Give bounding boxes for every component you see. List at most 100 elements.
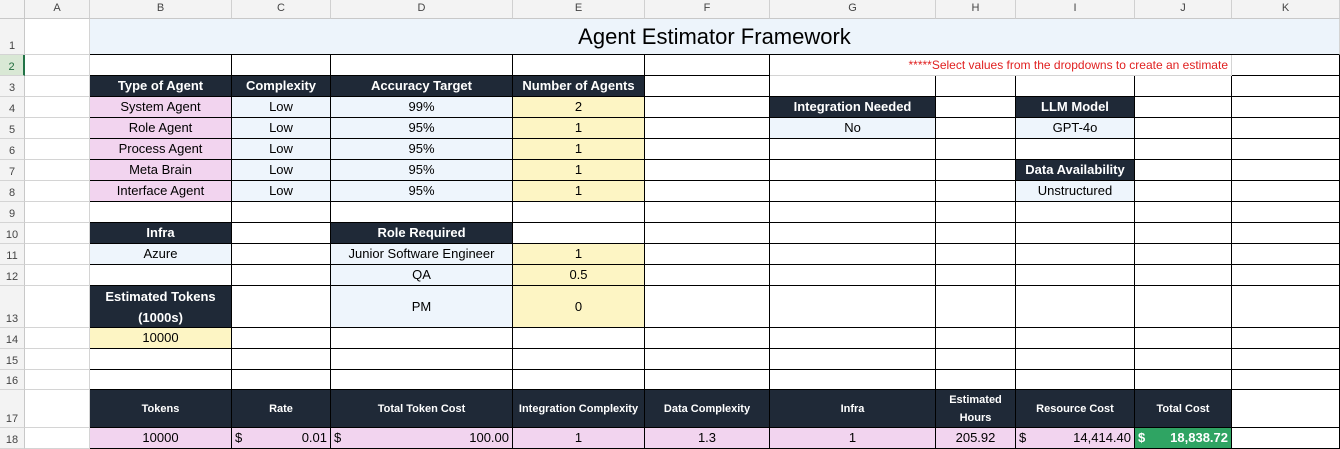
agent-complexity-dropdown[interactable]: Low (232, 97, 331, 118)
empty-cell[interactable] (770, 160, 936, 181)
empty-cell[interactable] (1232, 349, 1340, 370)
row-header[interactable]: 5 (0, 118, 25, 139)
summary-header-total-cost[interactable]: Total Cost (1135, 390, 1232, 428)
empty-cell[interactable] (331, 328, 513, 349)
row-header[interactable]: 11 (0, 244, 25, 265)
empty-cell[interactable] (645, 370, 770, 390)
agent-accuracy-dropdown[interactable]: 95% (331, 139, 513, 160)
empty-cell[interactable] (1232, 328, 1340, 349)
empty-cell[interactable] (232, 202, 331, 223)
role-name-cell[interactable]: QA (331, 265, 513, 286)
empty-cell[interactable] (645, 349, 770, 370)
empty-cell[interactable] (25, 76, 90, 97)
empty-cell[interactable] (1135, 370, 1232, 390)
empty-cell[interactable] (770, 286, 936, 328)
header-accuracy-target[interactable]: Accuracy Target (331, 76, 513, 97)
empty-cell[interactable] (1016, 370, 1135, 390)
agent-complexity-dropdown[interactable]: Low (232, 139, 331, 160)
empty-cell[interactable] (936, 349, 1016, 370)
summary-header-rate[interactable]: Rate (232, 390, 331, 428)
row-header[interactable]: 8 (0, 181, 25, 202)
empty-cell[interactable] (90, 265, 232, 286)
empty-cell[interactable] (645, 181, 770, 202)
empty-cell[interactable] (513, 55, 645, 76)
estimated-tokens-input[interactable]: 10000 (90, 328, 232, 349)
empty-cell[interactable] (645, 244, 770, 265)
empty-cell[interactable] (331, 349, 513, 370)
empty-cell[interactable] (1232, 244, 1340, 265)
empty-cell[interactable] (25, 428, 90, 449)
empty-cell[interactable] (90, 370, 232, 390)
empty-cell[interactable] (936, 160, 1016, 181)
integration-needed-dropdown[interactable]: No (770, 118, 936, 139)
empty-cell[interactable] (232, 55, 331, 76)
empty-cell[interactable] (1135, 286, 1232, 328)
summary-resource-cost[interactable]: $14,414.40 (1016, 428, 1135, 449)
llm-model-dropdown[interactable]: GPT-4o (1016, 118, 1135, 139)
empty-cell[interactable] (25, 19, 90, 55)
summary-data-complexity[interactable]: 1.3 (645, 428, 770, 449)
header-infra[interactable]: Infra (90, 223, 232, 244)
empty-cell[interactable] (25, 97, 90, 118)
summary-integration-complexity[interactable]: 1 (513, 428, 645, 449)
row-header[interactable]: 4 (0, 97, 25, 118)
empty-cell[interactable] (770, 139, 936, 160)
empty-cell[interactable] (645, 139, 770, 160)
summary-header-infra[interactable]: Infra (770, 390, 936, 428)
empty-cell[interactable] (25, 55, 90, 76)
empty-cell[interactable] (1016, 139, 1135, 160)
header-data-availability[interactable]: Data Availability (1016, 160, 1135, 181)
empty-cell[interactable] (232, 370, 331, 390)
empty-cell[interactable] (25, 390, 90, 428)
header-role-required[interactable]: Role Required (331, 223, 513, 244)
empty-cell[interactable] (936, 286, 1016, 328)
empty-cell[interactable] (25, 202, 90, 223)
empty-cell[interactable] (25, 244, 90, 265)
agent-count-input[interactable]: 2 (513, 97, 645, 118)
empty-cell[interactable] (232, 349, 331, 370)
empty-cell[interactable] (936, 370, 1016, 390)
header-type-of-agent[interactable]: Type of Agent (90, 76, 232, 97)
column-header[interactable]: E (513, 0, 645, 19)
summary-infra[interactable]: 1 (770, 428, 936, 449)
empty-cell[interactable] (770, 202, 936, 223)
summary-total-cost[interactable]: $18,838.72 (1135, 428, 1232, 449)
row-header[interactable]: 6 (0, 139, 25, 160)
sheet-title[interactable]: Agent Estimator Framework (90, 19, 1340, 55)
empty-cell[interactable] (25, 139, 90, 160)
empty-cell[interactable] (513, 202, 645, 223)
empty-cell[interactable] (1232, 97, 1340, 118)
infra-dropdown[interactable]: Azure (90, 244, 232, 265)
empty-cell[interactable] (1135, 76, 1232, 97)
agent-count-input[interactable]: 1 (513, 139, 645, 160)
row-header[interactable]: 16 (0, 370, 25, 390)
empty-cell[interactable] (1232, 181, 1340, 202)
summary-estimated-hours[interactable]: 205.92 (936, 428, 1016, 449)
empty-cell[interactable] (331, 370, 513, 390)
column-header[interactable]: C (232, 0, 331, 19)
empty-cell[interactable] (1232, 202, 1340, 223)
empty-cell[interactable] (232, 265, 331, 286)
summary-header-total-token-cost[interactable]: Total Token Cost (331, 390, 513, 428)
empty-cell[interactable] (936, 223, 1016, 244)
agent-accuracy-dropdown[interactable]: 99% (331, 97, 513, 118)
agent-type-cell[interactable]: Process Agent (90, 139, 232, 160)
empty-cell[interactable] (331, 202, 513, 223)
summary-total-token-cost[interactable]: $100.00 (331, 428, 513, 449)
row-header[interactable]: 15 (0, 349, 25, 370)
summary-header-estimated-hours[interactable]: Estimated Hours (936, 390, 1016, 428)
column-header[interactable]: K (1232, 0, 1340, 19)
agent-complexity-dropdown[interactable]: Low (232, 181, 331, 202)
empty-cell[interactable] (1016, 76, 1135, 97)
empty-cell[interactable] (25, 349, 90, 370)
select-all-corner[interactable] (0, 0, 25, 19)
agent-count-input[interactable]: 1 (513, 118, 645, 139)
empty-cell[interactable] (1016, 349, 1135, 370)
empty-cell[interactable] (1135, 202, 1232, 223)
row-header[interactable]: 10 (0, 223, 25, 244)
header-complexity[interactable]: Complexity (232, 76, 331, 97)
row-header[interactable]: 13 (0, 286, 25, 328)
agent-accuracy-dropdown[interactable]: 95% (331, 181, 513, 202)
empty-cell[interactable] (25, 328, 90, 349)
empty-cell[interactable] (645, 223, 770, 244)
